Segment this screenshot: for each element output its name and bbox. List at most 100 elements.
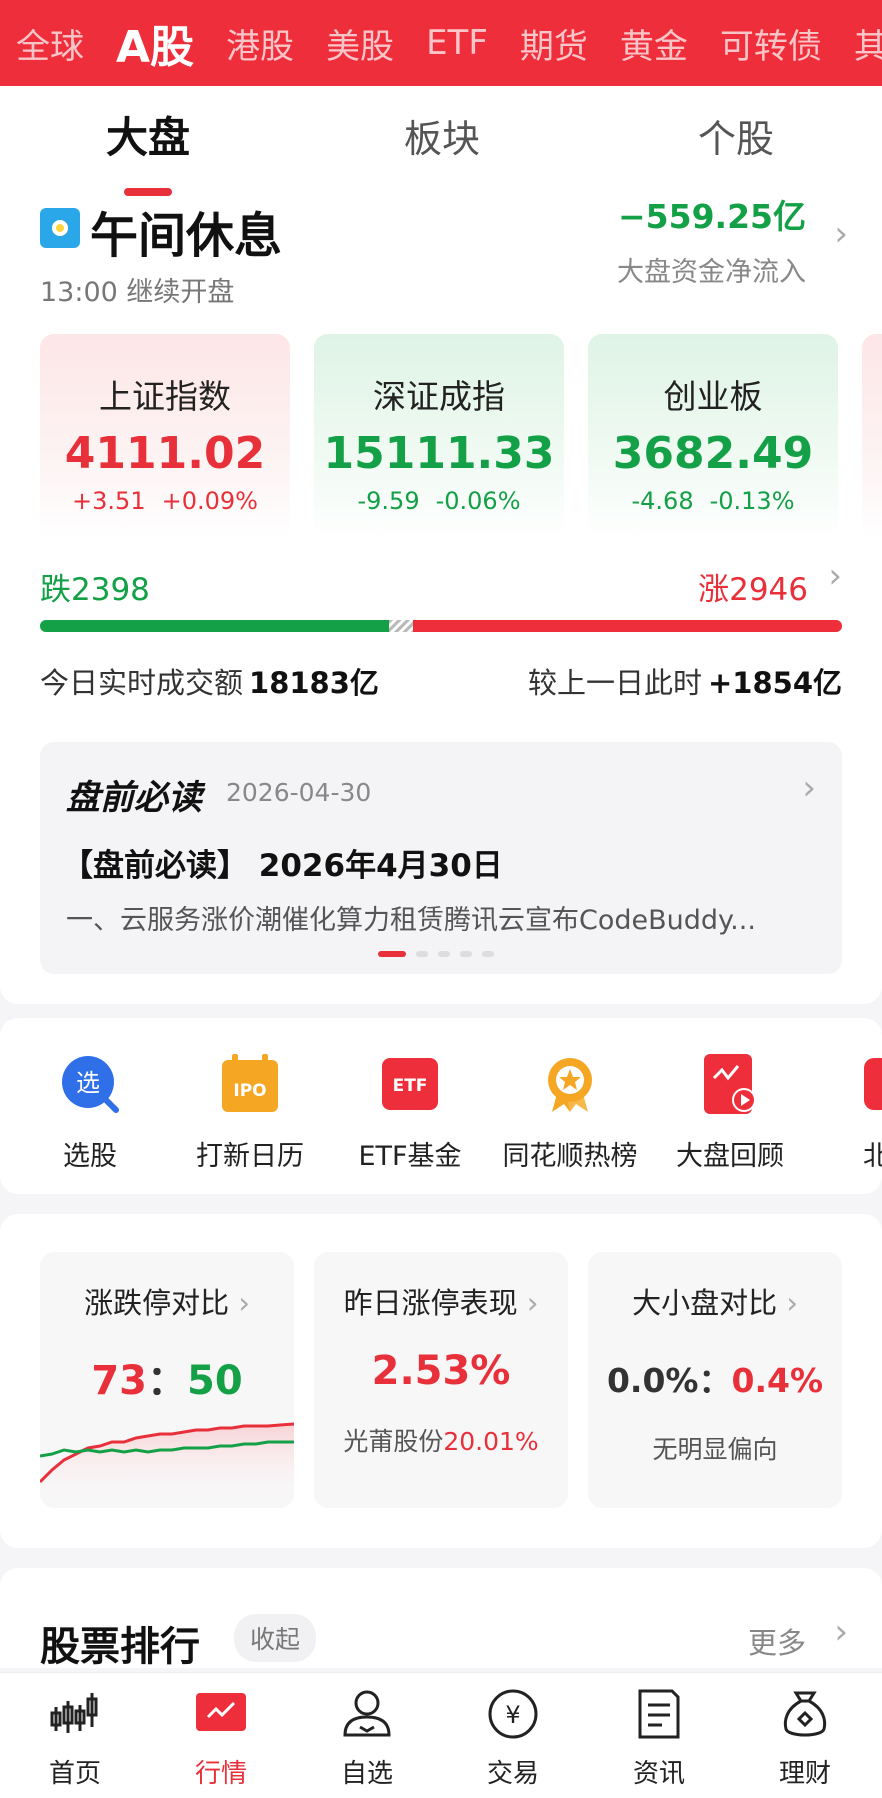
shortcut-hot-list[interactable]: 同花顺热榜 bbox=[490, 1054, 650, 1173]
nav-label: 自选 bbox=[340, 1759, 393, 1789]
limit-trend-sparkline bbox=[40, 1422, 294, 1508]
market-tab-futures[interactable]: 期货 bbox=[504, 19, 604, 68]
index-card-shenzhen[interactable]: 深证成指 15111.33 -9.59 -0.06% bbox=[314, 334, 564, 540]
more-link[interactable]: 更多 bbox=[748, 1620, 806, 1662]
market-tab-bar: 全球 A股 港股 美股 ETF 期货 黄金 可转债 其他 bbox=[0, 0, 882, 86]
chevron-right-icon: › bbox=[526, 1286, 539, 1320]
shortcut-label: 北交 bbox=[863, 1141, 882, 1172]
home-icon bbox=[48, 1687, 102, 1741]
yesterday-limit-up-card[interactable]: 昨日涨停表现 › 2.53% 光莆股份20.01% bbox=[314, 1252, 568, 1508]
nav-wealth[interactable]: 理财 bbox=[740, 1687, 870, 1790]
shortcut-beijiao[interactable]: 北交 bbox=[810, 1054, 882, 1173]
index-value: 3682.49 bbox=[612, 428, 814, 479]
market-tab-a-share[interactable]: A股 bbox=[100, 11, 210, 75]
shortcut-stock-picker[interactable]: 选 选股 bbox=[10, 1054, 170, 1173]
active-tab-indicator bbox=[124, 188, 172, 196]
tab-sector[interactable]: 板块 bbox=[404, 108, 480, 163]
shortcut-label: 同花顺热榜 bbox=[502, 1141, 638, 1172]
chevron-right-icon: › bbox=[238, 1286, 250, 1320]
stock-ranking-section: 股票排行 收起 更多 › bbox=[0, 1568, 882, 1670]
market-tab-us[interactable]: 美股 bbox=[310, 19, 410, 68]
market-tab-other[interactable]: 其他 bbox=[838, 19, 882, 68]
turnover-row: 今日实时成交额 18183亿 较上一日此时 +1854亿 bbox=[40, 660, 842, 702]
index-change-points: +3.51 bbox=[72, 487, 146, 515]
tab-stock[interactable]: 个股 bbox=[698, 108, 774, 163]
index-card-shanghai[interactable]: 上证指数 4111.02 +3.51 +0.09% bbox=[40, 334, 290, 540]
small-cap-value: 0.4% bbox=[731, 1361, 824, 1400]
ratio-separator: ： bbox=[147, 1358, 187, 1404]
nav-market[interactable]: 行情 bbox=[156, 1687, 286, 1790]
nav-watchlist[interactable]: 自选 bbox=[302, 1687, 432, 1790]
tab-market[interactable]: 大盘 bbox=[106, 104, 190, 165]
stock-picker-icon: 选 bbox=[60, 1054, 120, 1114]
ratio-separator: ： bbox=[698, 1361, 732, 1400]
news-date: 2026-04-30 bbox=[226, 778, 372, 807]
market-status-title: 午间休息 bbox=[90, 208, 283, 264]
shortcut-label: 打新日历 bbox=[196, 1141, 304, 1172]
index-name: 上证指数 bbox=[99, 377, 231, 416]
etf-fund-icon: ETF bbox=[380, 1054, 440, 1114]
turnover-label: 今日实时成交额 bbox=[40, 666, 244, 700]
market-icon bbox=[194, 1687, 248, 1741]
shortcut-ipo-calendar[interactable]: IPO 打新日历 bbox=[170, 1054, 330, 1173]
chevron-right-icon: › bbox=[828, 556, 842, 596]
index-change-points: -9.59 bbox=[357, 487, 420, 515]
nav-news[interactable]: 资讯 bbox=[594, 1687, 724, 1790]
turnover-compare-value: +1854亿 bbox=[707, 666, 842, 700]
index-card-chinext[interactable]: 创业板 3682.49 -4.68 -0.13% bbox=[588, 334, 838, 540]
bottom-navigation: 首页 行情 自选 ¥ 交易 资讯 理财 bbox=[0, 1672, 882, 1798]
news-summary: 一、云服务涨价潮催化算力租赁腾讯云宣布CodeBuddy... bbox=[66, 905, 756, 936]
net-flow[interactable]: −559.25亿 大盘资金净流入 bbox=[617, 190, 806, 289]
shortcut-market-review[interactable]: 大盘回顾 bbox=[650, 1054, 810, 1173]
stat-title-text: 昨日涨停表现 bbox=[343, 1286, 518, 1320]
market-tab-etf[interactable]: ETF bbox=[410, 23, 504, 63]
market-review-icon bbox=[700, 1054, 760, 1114]
market-status-subtitle: 13:00 继续开盘 bbox=[40, 277, 235, 308]
nav-label: 首页 bbox=[48, 1759, 101, 1789]
top-stock: 光莆股份20.01% bbox=[314, 1422, 568, 1458]
market-tab-hk[interactable]: 港股 bbox=[210, 19, 310, 68]
sun-icon bbox=[40, 208, 80, 248]
size-comparison-card[interactable]: 大小盘对比 › 0.0%：0.4% 无明显偏向 bbox=[588, 1252, 842, 1508]
index-change: -4.68 -0.13% bbox=[588, 487, 838, 515]
turnover-compare-label: 较上一日此时 bbox=[527, 666, 702, 700]
stat-title: 涨跌停对比 › bbox=[40, 1280, 294, 1322]
index-change-percent: -0.13% bbox=[709, 487, 795, 515]
market-tab-gold[interactable]: 黄金 bbox=[604, 19, 704, 68]
market-tab-convertible[interactable]: 可转债 bbox=[704, 19, 838, 68]
collapse-button[interactable]: 收起 bbox=[234, 1614, 317, 1662]
nav-label: 行情 bbox=[194, 1759, 247, 1789]
news-icon bbox=[632, 1687, 686, 1741]
breadth-bar-rise bbox=[413, 620, 842, 632]
market-tab-global[interactable]: 全球 bbox=[0, 19, 100, 68]
index-card-next[interactable] bbox=[862, 334, 882, 540]
index-change: +3.51 +0.09% bbox=[40, 487, 290, 515]
chevron-right-icon[interactable]: › bbox=[834, 1612, 848, 1652]
market-breadth[interactable]: 跌2398 涨2946 › bbox=[40, 556, 842, 654]
carousel-dot[interactable] bbox=[460, 951, 472, 957]
chevron-right-icon[interactable]: › bbox=[834, 214, 848, 254]
premarket-news-card[interactable]: 盘前必读 2026-04-30 › 【盘前必读】 2026年4月30日 一、云服… bbox=[40, 742, 842, 974]
limit-up-down-card[interactable]: 涨跌停对比 › 73：50 bbox=[40, 1252, 294, 1508]
net-flow-label: 大盘资金净流入 bbox=[617, 257, 806, 288]
shortcut-label: 大盘回顾 bbox=[676, 1141, 784, 1172]
net-flow-value: −559.25亿 bbox=[618, 197, 806, 236]
carousel-dot[interactable] bbox=[438, 951, 450, 957]
index-name: 深证成指 bbox=[373, 377, 505, 416]
top-stock-change: 20.01% bbox=[443, 1427, 539, 1456]
large-cap-value: 0.0% bbox=[606, 1361, 699, 1400]
carousel-dot[interactable] bbox=[482, 951, 494, 957]
breadth-bar bbox=[40, 620, 842, 632]
breadth-bar-separator bbox=[389, 620, 413, 632]
index-change-points: -4.68 bbox=[631, 487, 694, 515]
nav-home[interactable]: 首页 bbox=[10, 1687, 140, 1790]
carousel-dot[interactable] bbox=[378, 951, 406, 957]
index-value: 4111.02 bbox=[64, 428, 266, 479]
nav-trade[interactable]: ¥ 交易 bbox=[448, 1687, 578, 1790]
svg-text:¥: ¥ bbox=[505, 1701, 520, 1729]
shortcut-etf-fund[interactable]: ETF ETF基金 bbox=[330, 1054, 490, 1173]
carousel-dot[interactable] bbox=[416, 951, 428, 957]
index-change-percent: -0.06% bbox=[435, 487, 521, 515]
svg-text:ETF: ETF bbox=[393, 1076, 428, 1096]
breadth-bar-fall bbox=[40, 620, 389, 632]
